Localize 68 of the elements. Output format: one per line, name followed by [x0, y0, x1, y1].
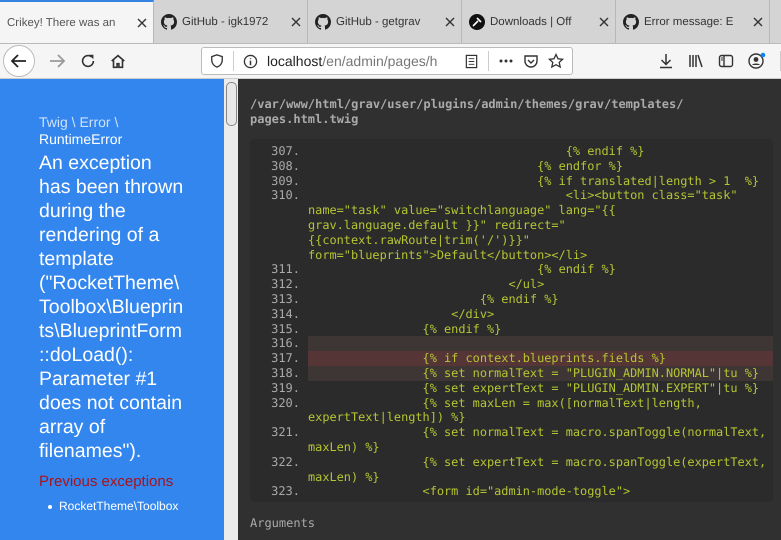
back-button[interactable]	[3, 45, 35, 77]
close-icon[interactable]	[291, 16, 301, 26]
previous-exceptions-heading: Previous exceptions	[39, 473, 174, 490]
browser-tab[interactable]: GitHub - getgrav	[308, 0, 462, 43]
code-line: {% endfor %}	[536, 158, 624, 174]
line-number: 322.	[270, 454, 301, 471]
close-icon[interactable]	[599, 16, 609, 26]
code-line: {% endif %}	[536, 262, 617, 278]
close-icon[interactable]	[137, 18, 147, 28]
line-number: 314.	[270, 306, 301, 322]
code-line: <li><button class="task" name="task" value="switchlanguage" lang="{{ grav.language.default }}" redirect="{{context.rawRoute|trim('/')}}" form="blueprints">Default</button></li>	[308, 188, 739, 262]
account-icon[interactable]	[748, 52, 766, 70]
reload-icon[interactable]	[79, 52, 97, 70]
code-line: {% set normalText = macro.spanToggle(normalText, maxLen) %}	[308, 425, 768, 455]
line-number: 309.	[270, 174, 301, 188]
code-line: <form id="admin-mode-toggle">	[422, 484, 632, 500]
line-number: 318.	[270, 366, 301, 381]
close-icon[interactable]	[445, 16, 455, 26]
previous-exception-item[interactable]: RocketTheme\Toolbox	[59, 499, 178, 514]
code-line: {% if translated|length > 1 %}	[536, 174, 760, 188]
octocat-icon	[315, 14, 331, 30]
line-number: 311.	[270, 262, 301, 278]
line-number: 310.	[270, 188, 301, 204]
exception-message: An exception has been thrown during the rendering of a template ("RocketTheme\Toolbox\Blueprints\BlueprintForm::doLoad(): Parameter #1 does not contain array of filenames").	[39, 151, 184, 463]
browser-tab[interactable]: Crikey! There was an	[0, 0, 154, 43]
line-number: 312.	[270, 277, 301, 292]
pocket-icon[interactable]	[523, 53, 539, 69]
line-number: 321.	[270, 425, 301, 442]
info-icon	[243, 54, 258, 68]
code-line: {% endif %}	[478, 292, 560, 307]
line-number: 308.	[270, 158, 301, 174]
close-icon[interactable]	[753, 16, 763, 26]
bullet-icon	[48, 504, 52, 508]
code-line: </ul>	[507, 277, 546, 292]
code-line: {% endif %}	[422, 322, 502, 336]
download-icon[interactable]	[658, 53, 674, 69]
code-line: {% set maxLen = max([normalText|length, expertText|length]) %}	[308, 396, 703, 426]
browser-tab[interactable]: Error message: E	[616, 0, 770, 43]
url-text: localhost/en/admin/pages/h	[267, 53, 438, 69]
code-line: </div>	[450, 306, 496, 322]
octocat-icon	[161, 14, 177, 30]
line-number: 315.	[270, 322, 301, 336]
line-number: 307.	[270, 144, 301, 159]
reader-view-icon[interactable]	[464, 54, 479, 68]
line-number: 317.	[270, 351, 301, 366]
browser-tab[interactable]: Downloads | Off	[462, 0, 616, 43]
line-number: 319.	[270, 380, 301, 396]
address-bar[interactable]: localhost/en/admin/pages/h	[201, 47, 573, 75]
code-line: {% set expertText = macro.spanToggle(expertText, maxLen) %}	[308, 454, 768, 484]
scrollbar[interactable]	[224, 79, 238, 540]
code-line: {% endif %}	[564, 144, 646, 159]
line-number: 316.	[270, 336, 301, 352]
home-icon[interactable]	[109, 52, 127, 70]
tool-icon	[469, 14, 485, 30]
line-number: 323.	[270, 484, 301, 500]
browser-tab[interactable]: GitHub - igk1972	[154, 0, 308, 43]
file-path: /var/www/html/grav/user/plugins/admin/themes/grav/templates/pages.html.twig	[250, 97, 684, 127]
shield-icon	[210, 54, 224, 68]
code-line: {% set expertText = "PLUGIN_ADMIN.EXPERT"|tu %}	[422, 380, 760, 396]
arguments-heading: Arguments	[250, 516, 316, 530]
star-icon[interactable]	[548, 53, 564, 69]
line-number: 313.	[270, 292, 301, 307]
line-number: 320.	[270, 396, 301, 412]
octocat-icon	[623, 14, 639, 30]
sidebar-icon[interactable]	[718, 53, 734, 69]
exception-class: RuntimeError	[39, 131, 124, 148]
library-icon[interactable]	[688, 53, 704, 69]
exception-namespace: Twig \ Error \	[39, 114, 120, 131]
